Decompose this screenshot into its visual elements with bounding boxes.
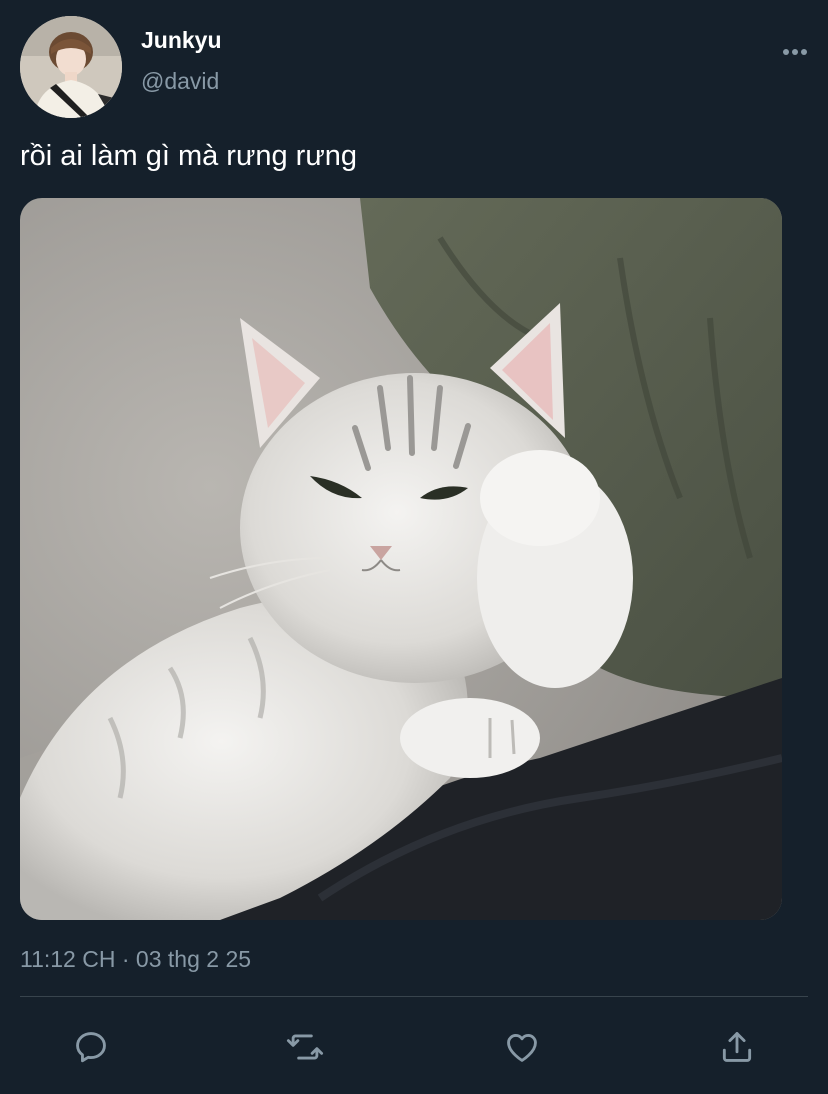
divider	[20, 996, 808, 997]
like-heart-icon	[507, 1034, 537, 1062]
tweet-media-image[interactable]	[20, 198, 782, 920]
retweet-icon	[286, 1034, 324, 1060]
tweet-header: Junkyu @david	[20, 16, 808, 120]
cat-photo	[20, 198, 782, 920]
more-horizontal-icon	[783, 49, 807, 55]
tweet-actions-bar	[20, 1020, 808, 1074]
tweet-date[interactable]: 03 thg 2 25	[136, 946, 251, 972]
tweet-time[interactable]: 11:12 CH	[20, 946, 115, 972]
avatar[interactable]	[20, 16, 122, 118]
reply-icon	[76, 1032, 106, 1063]
tweet-text: rồi ai làm gì mà rưng rưng	[20, 140, 357, 172]
retweet-button[interactable]	[278, 1020, 332, 1074]
share-icon	[722, 1032, 752, 1062]
tweet-detail: Junkyu @david rồi ai làm gì mà rưng rưng	[0, 0, 828, 1094]
author-handle[interactable]: @david	[141, 67, 222, 95]
more-options-button[interactable]	[764, 42, 808, 62]
timestamp-separator: ·	[121, 946, 130, 972]
author-display-name[interactable]: Junkyu	[141, 26, 222, 54]
tweet-timestamp: 11:12 CH · 03 thg 2 25	[20, 944, 251, 974]
author-names: Junkyu @david	[141, 26, 222, 95]
reply-button[interactable]	[64, 1020, 118, 1074]
avatar-photo	[20, 16, 122, 118]
like-button[interactable]	[495, 1020, 549, 1074]
share-button[interactable]	[710, 1020, 764, 1074]
